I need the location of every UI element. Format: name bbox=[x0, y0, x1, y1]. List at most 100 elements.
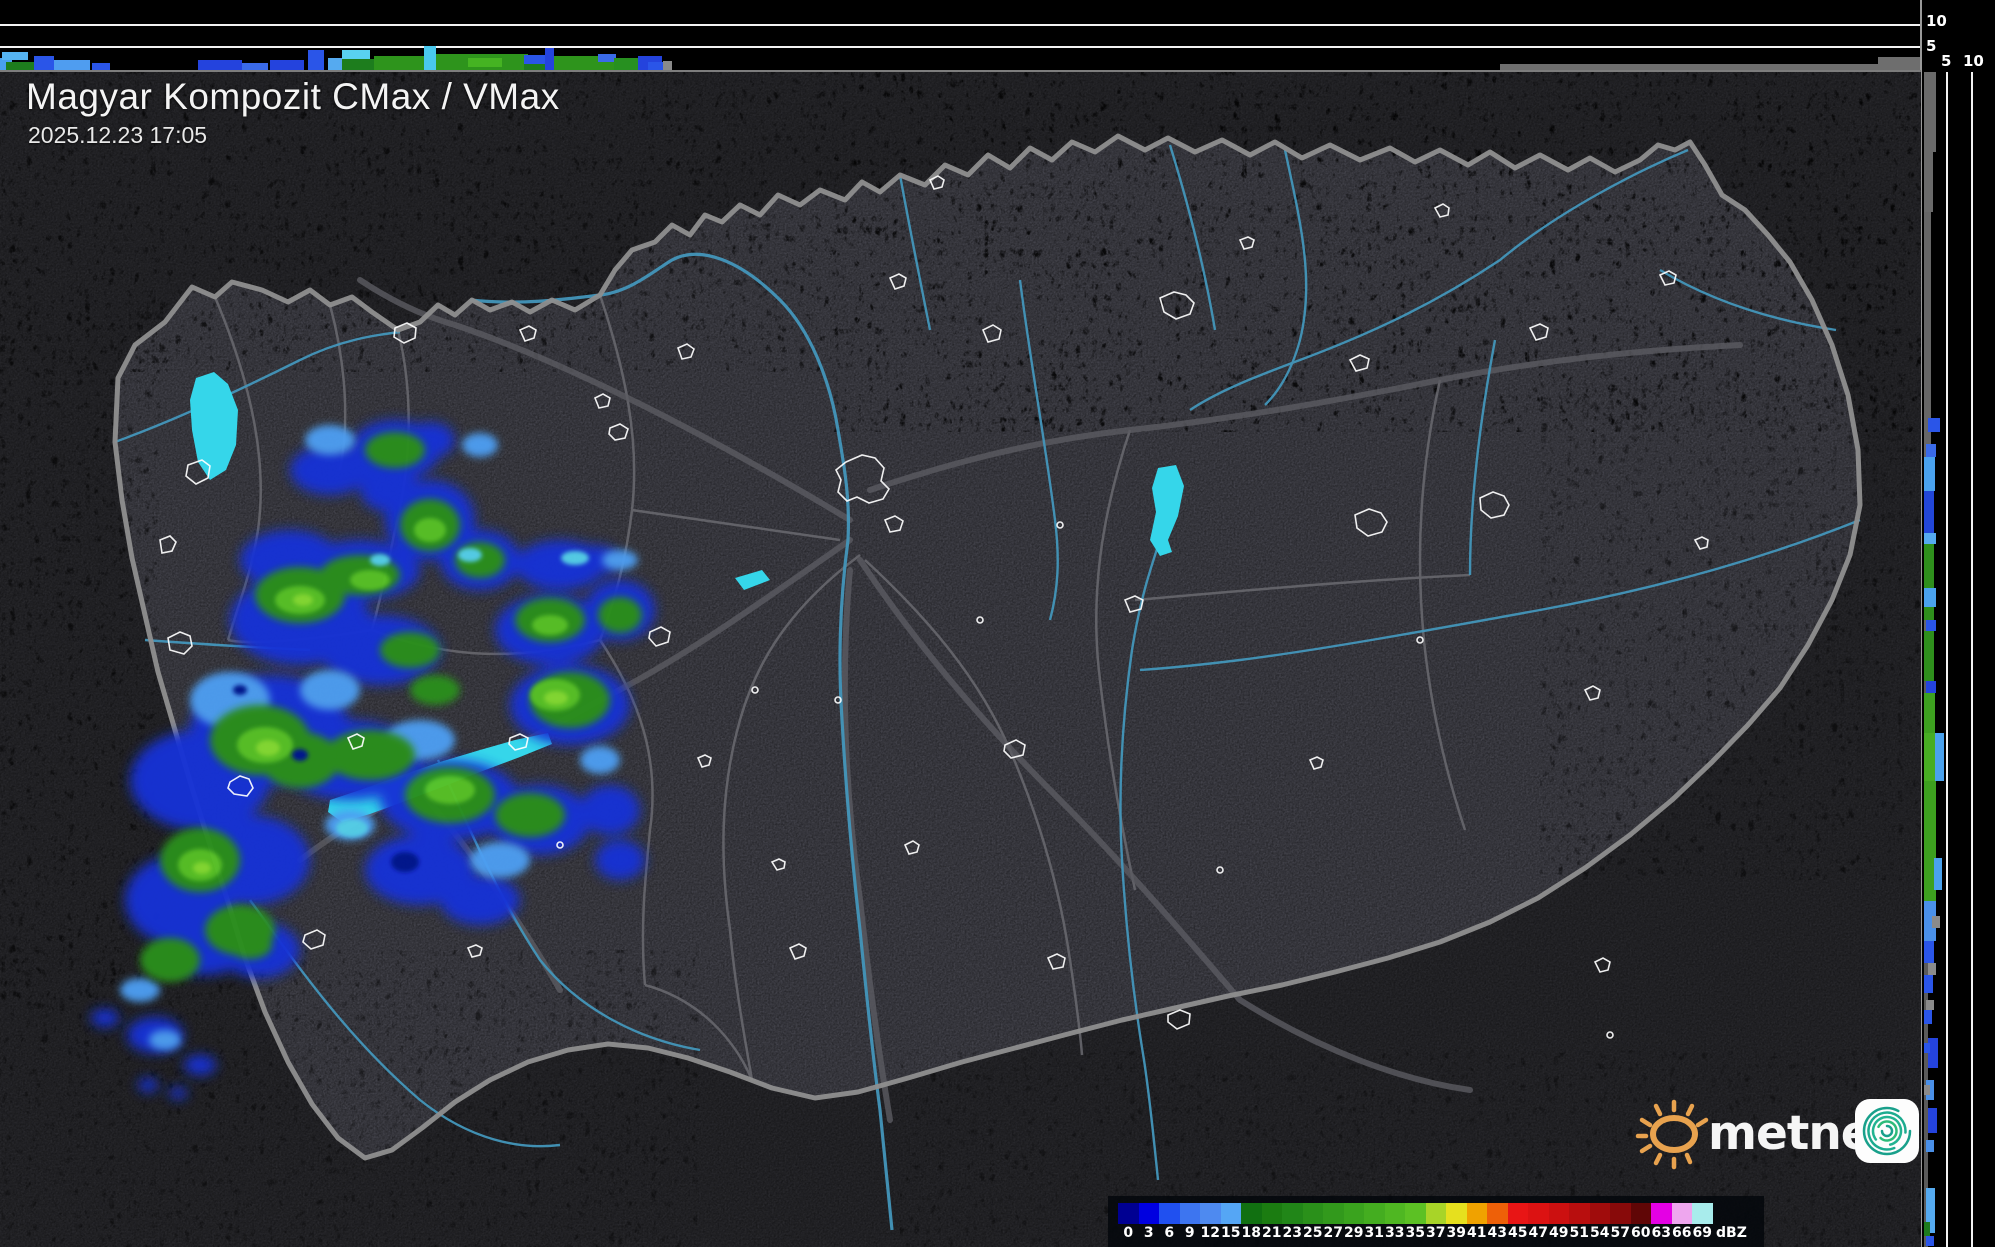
dbz-cell-51 bbox=[1569, 1203, 1590, 1224]
dbz-cell-54 bbox=[1589, 1203, 1610, 1224]
dbz-cell-0 bbox=[1118, 1203, 1139, 1224]
profile-bar bbox=[1926, 1000, 1934, 1010]
profile-bar bbox=[1926, 1236, 1934, 1246]
top-axis-label-5: 5 bbox=[1926, 37, 1937, 55]
profile-axis-corner: 10 5 5 10 bbox=[1922, 0, 1995, 72]
right-axis-label-5: 5 bbox=[1941, 52, 1952, 70]
dbz-tick-31: 31 bbox=[1364, 1225, 1384, 1241]
dbz-tick-18: 18 bbox=[1241, 1225, 1261, 1241]
dbz-tick-35: 35 bbox=[1405, 1225, 1425, 1241]
dbz-cell-3 bbox=[1138, 1203, 1159, 1224]
profile-bar bbox=[1924, 588, 1936, 607]
profile-bar bbox=[1926, 681, 1936, 693]
dbz-cell-18 bbox=[1241, 1203, 1262, 1224]
right-strip-gridline-10 bbox=[1971, 72, 1973, 1247]
profile-bar bbox=[524, 55, 546, 64]
profile-bar bbox=[1924, 607, 1934, 620]
dbz-cell-6 bbox=[1159, 1203, 1180, 1224]
profile-bar bbox=[1926, 1140, 1934, 1152]
profile-bar bbox=[1926, 444, 1936, 457]
profile-bar bbox=[2, 52, 28, 60]
dbz-cell-66 bbox=[1671, 1203, 1692, 1224]
profile-bar bbox=[1924, 631, 1934, 681]
top-strip-gridline-5 bbox=[0, 46, 1921, 48]
dbz-cell-41 bbox=[1466, 1203, 1487, 1224]
dbz-tick-3: 3 bbox=[1143, 1225, 1154, 1241]
profile-bar bbox=[1924, 544, 1934, 588]
metnet-app-icon bbox=[1855, 1099, 1919, 1163]
dbz-tick-15: 15 bbox=[1221, 1225, 1241, 1241]
dbz-tick-33: 33 bbox=[1385, 1225, 1405, 1241]
radar-map-hungary bbox=[0, 72, 1921, 1247]
profile-bar bbox=[1926, 620, 1936, 631]
dbz-cell-29 bbox=[1343, 1203, 1364, 1224]
profile-bar bbox=[1928, 1108, 1937, 1133]
dbz-cell-60 bbox=[1630, 1203, 1651, 1224]
profile-bar bbox=[424, 46, 436, 71]
dbz-cell-45 bbox=[1507, 1203, 1528, 1224]
dbz-tick-54: 54 bbox=[1590, 1225, 1610, 1241]
dbz-cell-15 bbox=[1220, 1203, 1241, 1224]
dbz-tick-29: 29 bbox=[1344, 1225, 1364, 1241]
profile-bar bbox=[1924, 941, 1934, 963]
dbz-tick-37: 37 bbox=[1426, 1225, 1446, 1241]
profile-bar bbox=[1924, 72, 1936, 152]
dbz-tick-57: 57 bbox=[1610, 1225, 1630, 1241]
profile-bar bbox=[1932, 916, 1940, 928]
dbz-cell-49 bbox=[1548, 1203, 1569, 1224]
right-height-profile-strip bbox=[1922, 72, 1995, 1247]
dbz-cell-37 bbox=[1425, 1203, 1446, 1224]
color-scale-ticks: 0 3 6 9 12 15 18 21 23 25 27 29 31 33 35 37 39 41 43 45 47 49… bbox=[1118, 1225, 1713, 1243]
dbz-cell-23 bbox=[1282, 1203, 1303, 1224]
dbz-tick-43: 43 bbox=[1487, 1225, 1507, 1241]
profile-bar bbox=[1924, 457, 1935, 491]
dbz-tick-23: 23 bbox=[1282, 1225, 1302, 1241]
dbz-cell-63 bbox=[1651, 1203, 1672, 1224]
dbz-tick-66: 66 bbox=[1672, 1225, 1692, 1241]
dbz-tick-51: 51 bbox=[1569, 1225, 1589, 1241]
dbz-tick-27: 27 bbox=[1323, 1225, 1343, 1241]
profile-bar bbox=[1928, 963, 1936, 975]
dbz-cell-25 bbox=[1302, 1203, 1323, 1224]
profile-bar bbox=[1924, 152, 1933, 212]
profile-bar bbox=[545, 48, 554, 71]
profile-bar bbox=[468, 58, 502, 67]
dbz-cell-43 bbox=[1487, 1203, 1508, 1224]
dbz-tick-9: 9 bbox=[1184, 1225, 1195, 1241]
dbz-cell-39 bbox=[1446, 1203, 1467, 1224]
top-axis-label-10: 10 bbox=[1926, 12, 1947, 30]
profile-bar bbox=[1924, 1222, 1930, 1236]
dbz-cell-31 bbox=[1364, 1203, 1385, 1224]
profile-bar bbox=[1934, 858, 1942, 890]
profile-bar bbox=[1924, 733, 1935, 781]
top-height-profile-strip bbox=[0, 0, 1921, 72]
profile-bar bbox=[1924, 491, 1934, 533]
dbz-cell-35 bbox=[1405, 1203, 1426, 1224]
dbz-tick-60: 60 bbox=[1631, 1225, 1651, 1241]
profile-bar bbox=[374, 56, 426, 71]
timestamp: 2025.12.23 17:05 bbox=[28, 122, 208, 148]
profile-bar bbox=[308, 50, 324, 71]
dbz-cell-9 bbox=[1179, 1203, 1200, 1224]
profile-bar bbox=[1928, 418, 1940, 432]
dbz-tick-12: 12 bbox=[1200, 1225, 1220, 1241]
dbz-tick-45: 45 bbox=[1508, 1225, 1528, 1241]
profile-bar bbox=[1924, 975, 1933, 993]
dbz-cell-12 bbox=[1200, 1203, 1221, 1224]
dbz-tick-0: 0 bbox=[1123, 1225, 1134, 1241]
metnet-logo: metnet bbox=[1632, 1090, 1922, 1176]
profile-bar bbox=[1924, 693, 1935, 733]
color-scale-cells bbox=[1118, 1203, 1713, 1224]
dbz-cell-21 bbox=[1261, 1203, 1282, 1224]
top-strip-gridline-10 bbox=[0, 24, 1921, 26]
right-strip-gridline-5 bbox=[1946, 72, 1948, 1247]
dbz-tick-41: 41 bbox=[1467, 1225, 1487, 1241]
page-title: Magyar Kompozit CMax / VMax bbox=[26, 76, 560, 117]
profile-bar bbox=[34, 56, 54, 71]
dbz-cell-33 bbox=[1384, 1203, 1405, 1224]
dbz-cell-47 bbox=[1528, 1203, 1549, 1224]
profile-bar bbox=[1924, 1043, 1930, 1053]
dbz-tick-47: 47 bbox=[1528, 1225, 1548, 1241]
profile-bar bbox=[342, 50, 370, 59]
dbz-tick-39: 39 bbox=[1446, 1225, 1466, 1241]
